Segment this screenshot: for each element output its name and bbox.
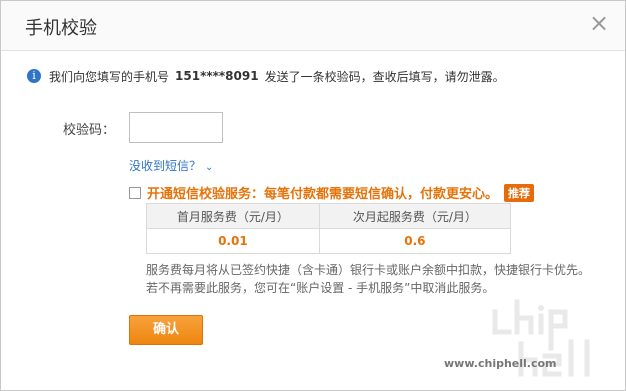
not-received-sms-link[interactable]: 没收到短信？ ⌄ — [129, 157, 213, 174]
fee-header-following-months: 次月起服务费（元/月） — [318, 203, 512, 229]
sms-service-checkbox[interactable] — [129, 186, 141, 199]
verification-code-input[interactable] — [129, 112, 223, 143]
fee-table-row: 0.01 0.6 — [146, 228, 512, 254]
service-note-line-1: 服务费每月将从已签约快捷（含卡通）银行卡或账户余额中扣款，快捷银行卡优先。 — [146, 263, 591, 277]
not-received-text: 没收到短信？ — [129, 159, 202, 173]
fee-header-first-month: 首月服务费（元/月） — [146, 203, 320, 229]
sms-service-option: 开通短信校验服务：每笔付款都需要短信确认，付款更安心。 推荐 — [129, 183, 535, 202]
sms-service-label: 开通短信校验服务：每笔付款都需要短信确认，付款更安心。 — [147, 187, 499, 202]
fee-table: 首月服务费（元/月） 次月起服务费（元/月） 0.01 0.6 — [146, 203, 512, 254]
dialog-titlebar: 手机校验 × — [1, 1, 625, 51]
fee-value-following-months: 0.6 — [318, 228, 512, 254]
watermark-url: www.chiphell.com — [444, 357, 557, 370]
dialog: 手机校验 × i 我们向您填写的手机号 151****8091 发送了一条校验码… — [0, 0, 626, 391]
verification-code-label: 校验码： — [63, 123, 116, 138]
info-prefix: 我们向您填写的手机号 — [49, 69, 170, 84]
recommended-badge: 推荐 — [504, 183, 535, 202]
info-suffix: 发送了一条校验码，查收后填写，请勿泄露。 — [264, 69, 505, 84]
fee-value-first-month: 0.01 — [146, 228, 320, 254]
chevron-down-icon: ⌄ — [205, 162, 214, 173]
fee-table-header-row: 首月服务费（元/月） 次月起服务费（元/月） — [146, 203, 512, 229]
masked-phone-number: 151****8091 — [175, 69, 259, 83]
info-message: i 我们向您填写的手机号 151****8091 发送了一条校验码，查收后填写，… — [27, 67, 505, 85]
info-icon: i — [27, 69, 41, 83]
confirm-button[interactable]: 确认 — [129, 315, 203, 345]
dialog-title: 手机校验 — [25, 18, 97, 39]
close-icon[interactable]: × — [587, 11, 611, 35]
